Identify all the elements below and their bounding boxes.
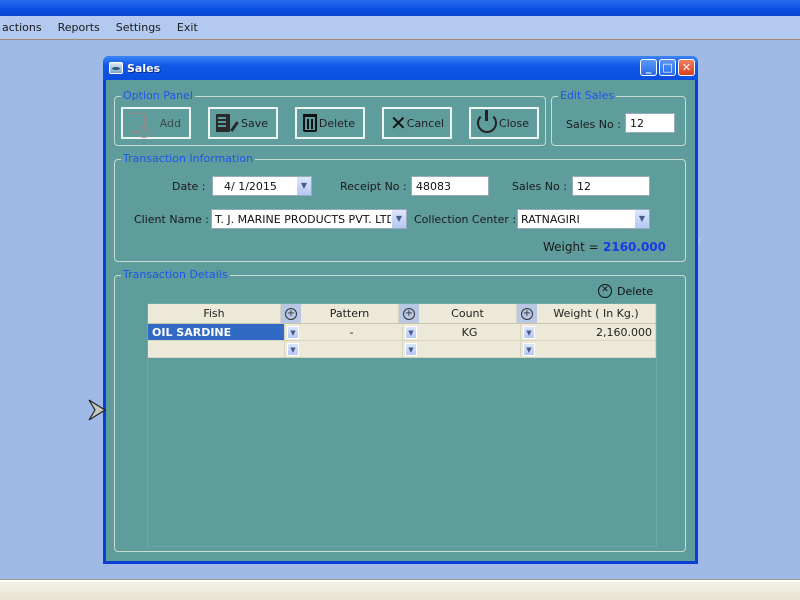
chevron-down-icon: ▼ [287, 325, 299, 339]
chevron-down-icon[interactable]: ▼ [634, 210, 649, 228]
table-row[interactable]: ▼ ▼ ▼ [148, 341, 656, 358]
date-picker[interactable]: 4/ 1/2015 ▼ [212, 176, 312, 196]
column-header-fish[interactable]: Fish [148, 304, 281, 323]
collection-center-value: RATNAGIRI [521, 212, 580, 226]
close-button-label: Close [499, 116, 529, 130]
transaction-grid: Fish + Pattern + Count + Weight ( In Kg.… [147, 303, 657, 547]
grid-header: Fish + Pattern + Count + Weight ( In Kg.… [148, 304, 656, 324]
weight-label: Weight = [543, 240, 599, 254]
option-panel: Option Panel Add Save Delete ✕ Cancel Cl… [114, 89, 546, 146]
window-title-bar[interactable]: Sales _ □ ✕ [103, 56, 698, 80]
add-button[interactable]: Add [121, 107, 191, 139]
add-fish-button[interactable]: + [281, 304, 301, 323]
collection-center-label: Collection Center : [414, 213, 517, 226]
transaction-info-legend: Transaction Information [121, 152, 256, 166]
add-pattern-button[interactable]: + [399, 304, 419, 323]
pattern-cell[interactable] [301, 341, 403, 357]
cancel-button-label: Cancel [406, 116, 445, 130]
cancel-button[interactable]: ✕ Cancel [382, 107, 452, 139]
close-window-button[interactable]: ✕ [678, 59, 695, 76]
count-dropdown[interactable]: ▼ [521, 341, 537, 357]
chevron-down-icon: ▼ [523, 342, 535, 356]
delete-row-button[interactable]: ✕ Delete [598, 284, 653, 298]
plus-circle-icon: + [521, 307, 533, 320]
app-title-bar [0, 0, 800, 16]
column-header-pattern[interactable]: Pattern [301, 304, 399, 323]
edit-sales-no-label: Sales No : [566, 118, 621, 131]
edit-sales-legend: Edit Sales [558, 89, 617, 103]
date-label: Date : [172, 180, 206, 193]
chevron-down-icon: ▼ [523, 325, 535, 339]
mouse-cursor-icon [88, 399, 107, 421]
x-circle-icon: ✕ [598, 284, 612, 298]
option-panel-legend: Option Panel [121, 89, 195, 103]
save-edit-icon [216, 114, 230, 132]
plus-circle-icon: + [403, 307, 415, 320]
plus-circle-icon: + [285, 307, 297, 320]
x-icon: ✕ [390, 111, 407, 135]
menu-bar: actions Reports Settings Exit [0, 16, 800, 40]
minimize-button[interactable]: _ [640, 59, 657, 76]
count-cell[interactable] [419, 341, 521, 357]
table-row[interactable]: OIL SARDINE ▼ - ▼ KG ▼ 2,160.000 [148, 324, 656, 341]
add-button-label: Add [159, 116, 181, 130]
count-dropdown[interactable]: ▼ [521, 324, 537, 340]
client-name-select[interactable]: T. J. MARINE PRODUCTS PVT. LTD. ▼ [211, 209, 407, 229]
sales-no-label: Sales No : [512, 180, 567, 193]
chevron-down-icon: ▼ [405, 325, 417, 339]
fish-dropdown[interactable]: ▼ [285, 324, 301, 340]
close-button[interactable]: Close [469, 107, 539, 139]
add-document-icon [129, 113, 150, 138]
pattern-dropdown[interactable]: ▼ [403, 341, 419, 357]
receipt-no-label: Receipt No : [340, 180, 407, 193]
sales-no-input[interactable] [572, 176, 650, 196]
chevron-down-icon: ▼ [405, 342, 417, 356]
collection-center-select[interactable]: RATNAGIRI ▼ [517, 209, 650, 229]
fish-dropdown[interactable]: ▼ [285, 341, 301, 357]
column-header-count[interactable]: Count [419, 304, 517, 323]
add-count-button[interactable]: + [517, 304, 537, 323]
fish-cell[interactable] [148, 341, 285, 357]
pattern-cell[interactable]: - [301, 324, 403, 340]
status-bar [0, 580, 800, 600]
transaction-details-legend: Transaction Details [121, 268, 230, 282]
fish-app-icon [109, 62, 123, 74]
menu-transactions[interactable]: actions [0, 21, 50, 34]
fish-cell[interactable]: OIL SARDINE [148, 324, 285, 340]
weight-cell[interactable]: 2,160.000 [537, 324, 656, 340]
date-value: 4/ 1/2015 [224, 179, 277, 193]
chevron-down-icon[interactable]: ▼ [391, 210, 406, 228]
trash-icon [303, 114, 317, 132]
pattern-dropdown[interactable]: ▼ [403, 324, 419, 340]
power-icon [477, 110, 497, 133]
weight-value: 2160.000 [603, 240, 667, 254]
weight-cell[interactable] [537, 341, 656, 357]
delete-row-label: Delete [617, 284, 654, 298]
save-button[interactable]: Save [208, 107, 278, 139]
maximize-button[interactable]: □ [659, 59, 676, 76]
menu-reports[interactable]: Reports [50, 21, 108, 34]
chevron-down-icon[interactable]: ▼ [296, 177, 311, 195]
receipt-no-input[interactable] [411, 176, 489, 196]
column-header-weight[interactable]: Weight ( In Kg.) [537, 304, 656, 323]
client-name-label: Client Name : [134, 213, 209, 226]
delete-button[interactable]: Delete [295, 107, 365, 139]
chevron-down-icon: ▼ [287, 342, 299, 356]
edit-sales-no-input[interactable] [625, 113, 675, 133]
menu-exit[interactable]: Exit [169, 21, 206, 34]
client-name-value: T. J. MARINE PRODUCTS PVT. LTD. [215, 212, 391, 226]
count-cell[interactable]: KG [419, 324, 521, 340]
menu-settings[interactable]: Settings [108, 21, 169, 34]
window-title: Sales [127, 61, 161, 75]
delete-button-label: Delete [318, 116, 355, 130]
